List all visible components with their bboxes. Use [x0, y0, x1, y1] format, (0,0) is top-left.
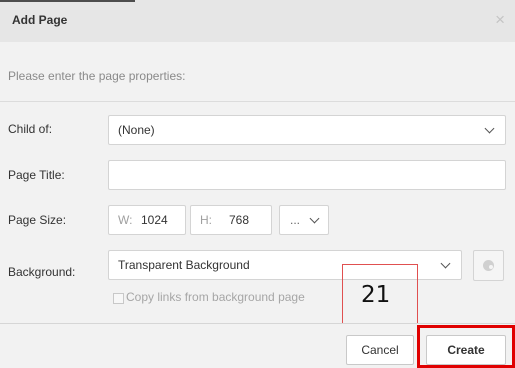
page-height-input[interactable]: H: 768 — [190, 205, 272, 235]
close-icon[interactable]: × — [495, 10, 505, 30]
annotation-number: 21 — [361, 282, 391, 308]
preset-label: ... — [290, 213, 301, 227]
page-title-label: Page Title: — [8, 168, 65, 182]
cancel-button[interactable]: Cancel — [346, 335, 414, 365]
page-size-preset-dropdown[interactable]: ... — [279, 205, 329, 235]
footer-divider — [0, 323, 515, 324]
page-size-label: Page Size: — [8, 213, 67, 227]
chevron-down-icon — [309, 213, 320, 224]
create-button-highlight — [417, 325, 515, 368]
width-value: 1024 — [141, 213, 168, 227]
background-value: Transparent Background — [118, 258, 250, 272]
chevron-down-icon — [484, 123, 495, 134]
palette-icon — [483, 260, 494, 271]
header-top-edge — [0, 0, 135, 2]
instructions-text: Please enter the page properties: — [8, 69, 186, 83]
add-page-dialog: Add Page × Please enter the page propert… — [0, 0, 515, 368]
copy-links-checkbox[interactable] — [113, 293, 124, 304]
copy-links-label: Copy links from background page — [126, 290, 305, 304]
dialog-header: Add Page × — [0, 0, 515, 42]
height-label: H: — [200, 213, 212, 227]
child-of-label: Child of: — [8, 122, 53, 136]
dialog-title: Add Page — [12, 13, 68, 27]
page-width-input[interactable]: W: 1024 — [108, 205, 186, 235]
chevron-down-icon — [440, 258, 451, 269]
height-value: 768 — [229, 213, 250, 227]
background-label: Background: — [8, 265, 76, 279]
background-color-button[interactable] — [473, 250, 504, 281]
width-label: W: — [118, 213, 133, 227]
page-title-input[interactable] — [108, 160, 506, 190]
header-divider — [0, 101, 515, 102]
child-of-value: (None) — [118, 123, 155, 137]
child-of-select[interactable]: (None) — [108, 115, 506, 145]
